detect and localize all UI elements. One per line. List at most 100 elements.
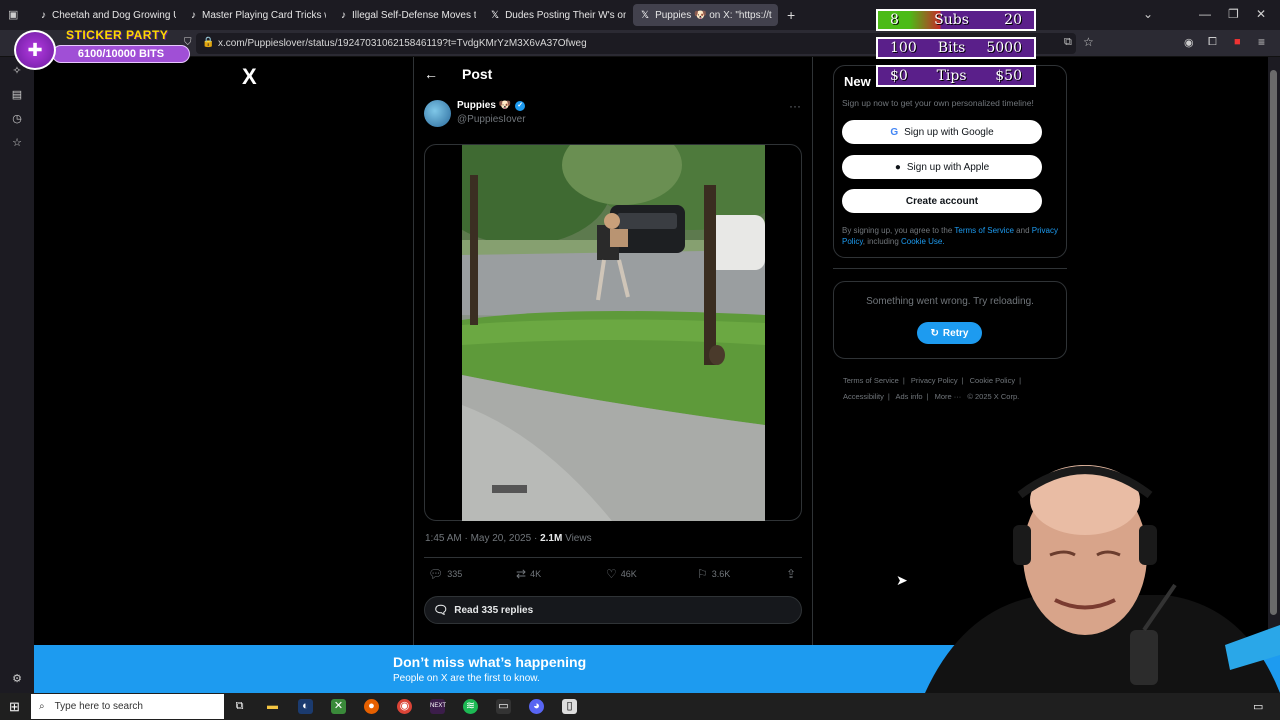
- bookmarks-icon[interactable]: ☆: [10, 136, 24, 150]
- terminal-icon[interactable]: ▭: [496, 699, 511, 714]
- xbox-icon[interactable]: ✕: [331, 699, 346, 714]
- goal-current: $0: [890, 68, 908, 84]
- goal-current: 100: [890, 40, 917, 56]
- retry-button[interactable]: ↻ Retry: [917, 322, 982, 344]
- mouse-cursor-icon: ➤: [896, 572, 908, 588]
- footer-separator: |: [926, 392, 929, 401]
- terms-and: and: [1013, 226, 1032, 235]
- tiktok-icon: ♪: [41, 9, 46, 21]
- create-account-button[interactable]: Create account: [842, 189, 1042, 213]
- steam-icon[interactable]: ◐: [298, 699, 313, 714]
- settings-gear-icon[interactable]: ⚙: [10, 672, 24, 686]
- x-icon: 𝕏: [641, 9, 650, 21]
- menu-icon[interactable]: ≡: [1258, 35, 1265, 49]
- extensions-icon[interactable]: ⧠: [1208, 36, 1217, 49]
- streamer-webcam: [925, 455, 1280, 693]
- goal-current: 8: [890, 12, 899, 28]
- footer-ads-link[interactable]: Ads info: [895, 392, 922, 401]
- taskbar-search[interactable]: ⌕ Type here to search: [31, 694, 224, 719]
- reply-button[interactable]: 💬︎ 335: [428, 567, 462, 581]
- tab-5-active[interactable]: 𝕏 Puppies 🐶 on X: "https://t ✕: [633, 4, 778, 26]
- read-replies-button[interactable]: 🗨︎ Read 335 replies: [424, 596, 802, 624]
- firefox-icon[interactable]: ●: [364, 699, 379, 714]
- signup-subtitle: Sign up now to get your own personalized…: [842, 98, 1034, 108]
- tab-2[interactable]: ♪ Master Playing Card Tricks with ✕: [183, 4, 326, 26]
- more-options-icon[interactable]: ···: [789, 99, 801, 113]
- avatar[interactable]: [424, 100, 451, 127]
- account-icon[interactable]: ◉: [1184, 36, 1194, 49]
- tab-1[interactable]: ♪ Cheetah and Dog Growing Up T ✕: [33, 4, 176, 26]
- footer-terms-link[interactable]: Terms of Service: [843, 376, 899, 385]
- picture-in-picture-icon[interactable]: ⧉: [1064, 36, 1072, 49]
- new-tab-icon[interactable]: +: [787, 7, 795, 23]
- video-player[interactable]: [462, 145, 765, 521]
- terms-link[interactable]: Terms of Service: [954, 226, 1014, 235]
- list-all-tabs-icon[interactable]: ⌄: [1143, 7, 1153, 21]
- author-name[interactable]: Puppies 🐶 ✓: [457, 100, 526, 111]
- refresh-icon: ↻: [930, 327, 939, 339]
- search-icon: ⌕: [39, 701, 45, 712]
- goal-target: $50: [995, 68, 1022, 84]
- minimize-icon[interactable]: —: [1199, 7, 1211, 21]
- repost-count: 4K: [530, 569, 542, 579]
- share-button[interactable]: ⇪: [786, 567, 796, 581]
- synced-tabs-icon[interactable]: ▤: [10, 88, 24, 102]
- tiktok-icon: ♪: [191, 9, 196, 21]
- like-count: 46K: [620, 569, 637, 579]
- reply-count: 335: [447, 569, 463, 579]
- history-icon[interactable]: ◷: [10, 112, 24, 126]
- banner-title: Don’t miss what’s happening: [393, 654, 587, 670]
- heart-icon: ♡: [606, 567, 617, 581]
- google-signup-button[interactable]: G Sign up with Google: [842, 120, 1042, 144]
- spotify-icon[interactable]: ≋: [463, 699, 478, 714]
- heart-icon: ✚: [14, 30, 56, 70]
- back-arrow-icon[interactable]: ←: [424, 66, 438, 82]
- repost-icon: ⇄: [516, 567, 527, 581]
- window-close-icon[interactable]: ✕: [1256, 7, 1266, 21]
- tab-list-icon[interactable]: ▣: [8, 8, 18, 21]
- footer-accessibility-link[interactable]: Accessibility: [843, 392, 884, 401]
- footer-more-link[interactable]: More ···: [935, 392, 962, 401]
- windows-start-icon[interactable]: ⊞: [9, 699, 20, 715]
- bookmark-star-icon[interactable]: ☆: [1083, 35, 1094, 49]
- banner-subtitle: People on X are the first to know.: [393, 673, 540, 684]
- footer-privacy-link[interactable]: Privacy Policy: [911, 376, 958, 385]
- repost-button[interactable]: ⇄ 4K: [516, 567, 541, 581]
- bookmark-button[interactable]: ⚐ 3.6K: [697, 567, 730, 581]
- terms-prefix: By signing up, you agree to the: [842, 226, 955, 235]
- goal-target: 5000: [986, 40, 1022, 56]
- maximize-icon[interactable]: ❐: [1228, 7, 1239, 21]
- author-name-text: Puppies 🐶: [457, 100, 512, 111]
- discord-icon[interactable]: ◕: [529, 699, 544, 714]
- extension-red-icon[interactable]: ■: [1234, 36, 1241, 48]
- chrome-icon[interactable]: ◉: [397, 699, 412, 714]
- tiktok-icon: ♪: [341, 9, 346, 21]
- verified-badge-icon: ✓: [515, 100, 526, 111]
- cookie-link[interactable]: Cookie Use.: [901, 237, 945, 246]
- file-explorer-icon[interactable]: ▬: [265, 699, 280, 714]
- url-text: x.com/Puppieslover/status/19247031062158…: [218, 38, 587, 49]
- apple-icon: ●: [894, 161, 901, 173]
- tab-title: Puppies 🐶 on X: "https://t: [655, 9, 772, 21]
- like-button[interactable]: ♡ 46K: [606, 567, 637, 581]
- views-count: 2.1M: [540, 533, 563, 544]
- signup-title: New: [844, 74, 871, 89]
- sticker-party-progress: 6100/10000 BITS: [52, 45, 190, 63]
- notepad-icon[interactable]: ▯: [562, 699, 577, 714]
- tab-4[interactable]: 𝕏 Dudes Posting Their W's on X ✕: [483, 4, 626, 26]
- google-icon: G: [890, 126, 899, 138]
- tab-3[interactable]: ♪ Illegal Self-Defense Moves to A ✕: [333, 4, 476, 26]
- share-icon: ⇪: [786, 567, 797, 581]
- bookmark-icon: ⚐: [697, 567, 708, 581]
- task-view-icon[interactable]: ⧉: [232, 699, 247, 714]
- footer-cookie-link[interactable]: Cookie Policy: [970, 376, 1015, 385]
- notifications-icon[interactable]: ▭: [1253, 700, 1263, 713]
- author-handle[interactable]: @PuppiesIover: [457, 114, 526, 125]
- apple-signup-button[interactable]: ● Sign up with Apple: [842, 155, 1042, 179]
- next-app-icon[interactable]: NEXT: [430, 699, 446, 714]
- terms-text: By signing up, you agree to the Terms of…: [842, 225, 1062, 247]
- views-label: Views: [562, 533, 592, 544]
- footer-separator: |: [961, 376, 964, 385]
- x-logo[interactable]: X: [242, 64, 257, 90]
- post-timestamp[interactable]: 1:45 AM · May 20, 2025 ·: [425, 533, 540, 544]
